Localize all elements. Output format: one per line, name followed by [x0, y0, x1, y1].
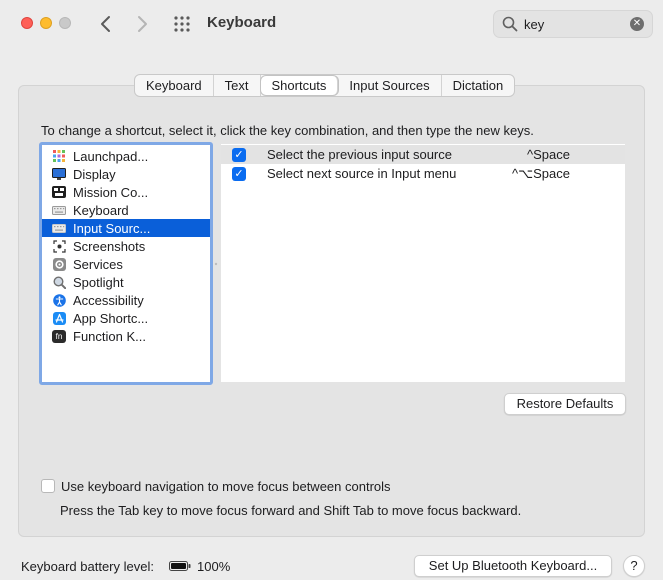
shortcut-list[interactable]: ✓ Select the previous input source ^Spac… — [221, 144, 625, 382]
shortcut-row[interactable]: ✓ Select next source in Input menu ^⌥Spa… — [221, 164, 625, 183]
zoom-window-button[interactable] — [59, 17, 71, 29]
shortcut-label: Select the previous input source — [267, 147, 452, 162]
help-button[interactable]: ? — [623, 555, 645, 577]
category-item-function-keys[interactable]: fn Function K... — [42, 327, 210, 345]
tab-bar: Keyboard Text Shortcuts Input Sources Di… — [134, 74, 516, 97]
search-icon — [502, 16, 518, 32]
category-label: Screenshots — [73, 238, 146, 254]
shortcut-row[interactable]: ✓ Select the previous input source ^Spac… — [221, 145, 625, 164]
category-item-screenshots[interactable]: Screenshots — [42, 237, 210, 255]
category-label: Keyboard — [73, 202, 129, 218]
tab-keyboard[interactable]: Keyboard — [135, 75, 214, 96]
battery-fill — [171, 563, 186, 569]
category-item-mission-control[interactable]: Mission Co... — [42, 183, 210, 201]
category-label: Input Sourc... — [73, 220, 151, 236]
window-title: Keyboard — [207, 14, 277, 31]
battery-label: Keyboard battery level: — [21, 559, 154, 574]
category-label: App Shortc... — [73, 310, 149, 326]
category-label: Spotlight — [73, 274, 124, 290]
category-item-launchpad[interactable]: Launchpad... — [42, 147, 210, 165]
shortcut-keys[interactable]: ^⌥Space — [512, 166, 570, 182]
shortcut-checkbox[interactable]: ✓ — [232, 166, 246, 181]
category-label: Function K... — [73, 328, 146, 344]
category-list[interactable]: Launchpad... Display Mission Co... Keybo… — [39, 142, 213, 385]
category-item-app-shortcuts[interactable]: App Shortc... — [42, 309, 210, 327]
search-input[interactable] — [524, 16, 624, 32]
title-bar: Keyboard ✕ — [0, 0, 663, 50]
set-up-bluetooth-keyboard-button[interactable]: Set Up Bluetooth Keyboard... — [414, 555, 612, 577]
spotlight-magnifier-icon — [52, 275, 66, 289]
back-chevron-icon[interactable] — [95, 12, 117, 36]
category-label: Mission Co... — [73, 184, 149, 200]
close-window-button[interactable] — [21, 17, 33, 29]
launchpad-icon — [52, 150, 66, 163]
battery-icon — [169, 561, 191, 571]
instructions-text: To change a shortcut, select it, click t… — [41, 123, 534, 138]
category-label: Accessibility — [73, 292, 144, 308]
tab-dictation[interactable]: Dictation — [442, 75, 515, 96]
tab-input-sources[interactable]: Input Sources — [338, 75, 442, 96]
keyboard-navigation-help-text: Press the Tab key to move focus forward … — [60, 503, 522, 518]
category-label: Display — [73, 166, 116, 182]
fn-key-icon: fn — [52, 329, 66, 343]
category-item-spotlight[interactable]: Spotlight — [42, 273, 210, 291]
clear-search-icon[interactable]: ✕ — [630, 17, 644, 31]
keyboard-icon — [52, 204, 66, 217]
search-field[interactable]: ✕ — [493, 10, 653, 38]
category-label: Services — [73, 256, 123, 272]
shortcut-label: Select next source in Input menu — [267, 166, 457, 181]
keyboard-navigation-label: Use keyboard navigation to move focus be… — [61, 479, 391, 494]
category-item-keyboard[interactable]: Keyboard — [42, 201, 210, 219]
show-all-grid-icon[interactable] — [172, 14, 192, 34]
restore-defaults-button[interactable]: Restore Defaults — [504, 393, 626, 415]
display-icon — [52, 168, 66, 181]
category-item-accessibility[interactable]: Accessibility — [42, 291, 210, 309]
category-label: Launchpad... — [73, 148, 149, 164]
category-item-services[interactable]: Services — [42, 255, 210, 273]
category-item-display[interactable]: Display — [42, 165, 210, 183]
mission-control-icon — [52, 186, 66, 199]
tab-shortcuts[interactable]: Shortcuts — [260, 76, 339, 95]
accessibility-icon — [52, 293, 66, 307]
battery-percent: 100% — [197, 559, 231, 574]
minimize-window-button[interactable] — [40, 17, 52, 29]
app-store-icon — [52, 311, 66, 325]
screenshots-icon — [52, 239, 66, 253]
shortcut-checkbox[interactable]: ✓ — [232, 147, 246, 162]
input-sources-icon — [52, 222, 66, 235]
list-divider-handle[interactable] — [214, 260, 218, 268]
keyboard-navigation-checkbox[interactable] — [41, 479, 55, 493]
shortcut-keys[interactable]: ^Space — [527, 147, 570, 162]
services-gear-icon — [52, 257, 66, 271]
tab-text[interactable]: Text — [214, 75, 261, 96]
forward-chevron-icon[interactable] — [131, 12, 153, 36]
category-item-input-sources[interactable]: Input Sourc... — [42, 219, 210, 237]
